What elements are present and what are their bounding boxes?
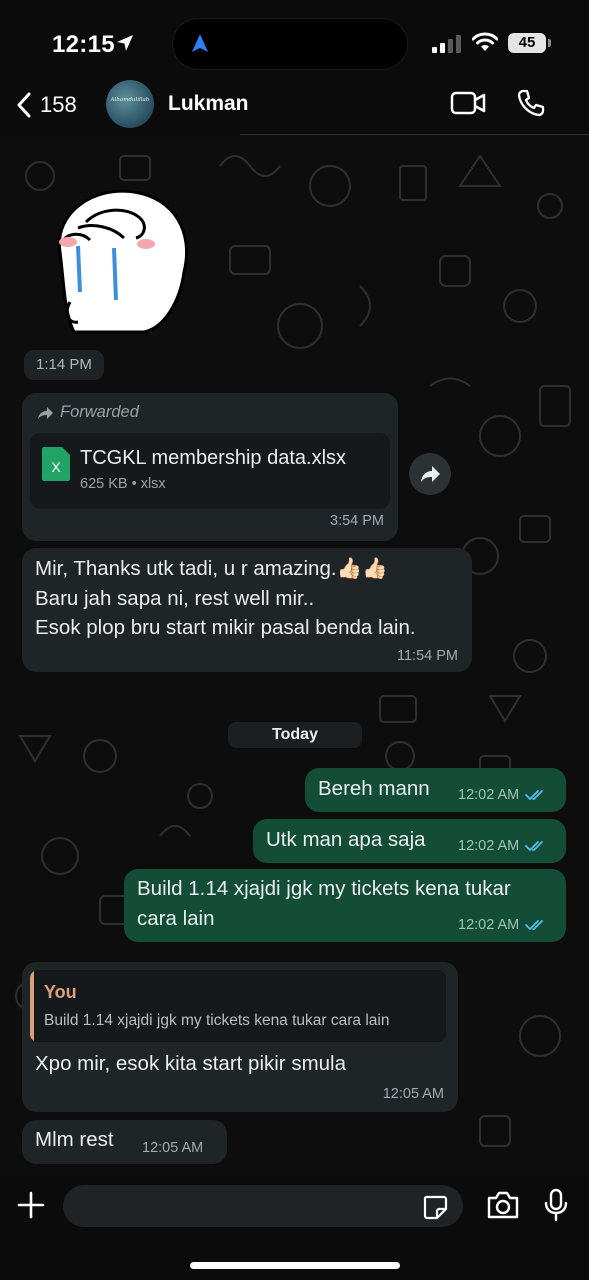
- share-arrow-icon: [421, 466, 440, 482]
- document-attachment[interactable]: X TCGKL membership data.xlsx 625 KB • xl…: [30, 433, 390, 509]
- sticker-timestamp: 1:14 PM: [24, 350, 104, 380]
- navigation-icon: [192, 34, 208, 52]
- outgoing-message[interactable]: Build 1.14 xjajdi jgk my tickets kena tu…: [124, 869, 566, 942]
- phone-icon[interactable]: [516, 88, 546, 118]
- cellular-signal-icon: [432, 35, 461, 53]
- message-line: Esok plop bru start mikir pasal benda la…: [35, 616, 416, 639]
- message-meta: 12:02 AM: [458, 917, 547, 933]
- back-button[interactable]: 158: [16, 92, 77, 118]
- forward-arrow-icon: [38, 406, 53, 419]
- forwarded-label: Forwarded: [36, 403, 139, 422]
- message-time: 11:54 PM: [397, 648, 458, 664]
- message-time: 12:05 AM: [382, 1086, 444, 1102]
- battery-level: 45: [508, 33, 546, 53]
- microphone-icon[interactable]: [543, 1188, 569, 1222]
- camera-icon[interactable]: [486, 1190, 520, 1220]
- read-ticks-icon: [525, 841, 544, 852]
- forwarded-file-message[interactable]: Forwarded X TCGKL membership data.xlsx 6…: [22, 393, 398, 541]
- file-info: 625 KB • xlsx: [80, 476, 166, 492]
- quote-author: You: [44, 982, 77, 1002]
- read-ticks-icon: [525, 790, 544, 801]
- date-separator: Today: [228, 722, 362, 748]
- read-ticks-icon: [525, 920, 544, 931]
- quote-accent-bar: [30, 970, 34, 1042]
- status-bar: 12:15 45: [0, 0, 589, 80]
- battery-tip: [548, 39, 551, 47]
- message-line: cara lain: [137, 907, 215, 930]
- reply-message[interactable]: You Build 1.14 xjajdi jgk my tickets ken…: [22, 962, 458, 1112]
- file-name: TCGKL membership data.xlsx: [80, 447, 347, 469]
- location-arrow-icon: [117, 35, 133, 51]
- contact-name[interactable]: Lukman: [168, 92, 249, 116]
- header-divider: [240, 134, 589, 135]
- message-input[interactable]: [63, 1185, 463, 1227]
- chevron-left-icon: [17, 92, 31, 118]
- incoming-message[interactable]: Mlm rest 12:05 AM: [22, 1120, 227, 1164]
- composer-bar: [0, 1174, 589, 1280]
- quoted-message[interactable]: You Build 1.14 xjajdi jgk my tickets ken…: [30, 970, 446, 1042]
- message-text: Utk man apa saja: [266, 828, 426, 851]
- avatar-caption: Alhamdulillah: [110, 97, 150, 103]
- message-line: Build 1.14 xjajdi jgk my tickets kena tu…: [137, 877, 511, 900]
- video-call-icon[interactable]: [450, 90, 486, 116]
- dynamic-island: [172, 18, 408, 70]
- incoming-message[interactable]: Mir, Thanks utk tadi, u r amazing.👍🏻👍🏻 B…: [22, 548, 472, 672]
- message-time: 12:05 AM: [142, 1140, 204, 1156]
- sticker-icon[interactable]: [422, 1194, 448, 1220]
- chat-area[interactable]: 1:14 PM Forwarded X TCGKL membership dat…: [0, 136, 589, 1174]
- message-meta: 12:02 AM: [458, 838, 547, 854]
- message-text: Xpo mir, esok kita start pikir smula: [35, 1052, 347, 1075]
- svg-text:X: X: [51, 459, 61, 475]
- quote-text: Build 1.14 xjajdi jgk my tickets kena tu…: [44, 1012, 390, 1029]
- message-time: 12:02 AM: [458, 787, 520, 803]
- excel-file-icon: X: [42, 447, 70, 481]
- message-text: Mlm rest: [35, 1128, 114, 1151]
- message-meta: 12:02 AM: [458, 787, 547, 803]
- message-time: 12:02 AM: [458, 917, 520, 933]
- outgoing-message[interactable]: Bereh mann 12:02 AM: [305, 768, 566, 812]
- wifi-icon: [472, 32, 498, 51]
- unread-count: 158: [40, 92, 77, 117]
- avatar[interactable]: Alhamdulillah: [106, 80, 154, 128]
- message-text: Bereh mann: [318, 777, 430, 800]
- message-line: Mir, Thanks utk tadi, u r amazing.👍🏻👍🏻: [35, 557, 388, 580]
- crying-sticker[interactable]: [34, 182, 194, 336]
- message-time: 12:02 AM: [458, 838, 520, 854]
- status-time: 12:15: [52, 31, 115, 58]
- chat-header: 158 Alhamdulillah Lukman: [0, 80, 589, 136]
- message-time: 3:54 PM: [330, 513, 384, 529]
- forwarded-text: Forwarded: [60, 403, 139, 421]
- outgoing-message[interactable]: Utk man apa saja 12:02 AM: [253, 819, 566, 863]
- home-indicator[interactable]: [190, 1262, 400, 1269]
- message-line: Baru jah sapa ni, rest well mir..: [35, 587, 315, 610]
- share-button[interactable]: [409, 453, 451, 495]
- plus-icon[interactable]: [16, 1190, 46, 1220]
